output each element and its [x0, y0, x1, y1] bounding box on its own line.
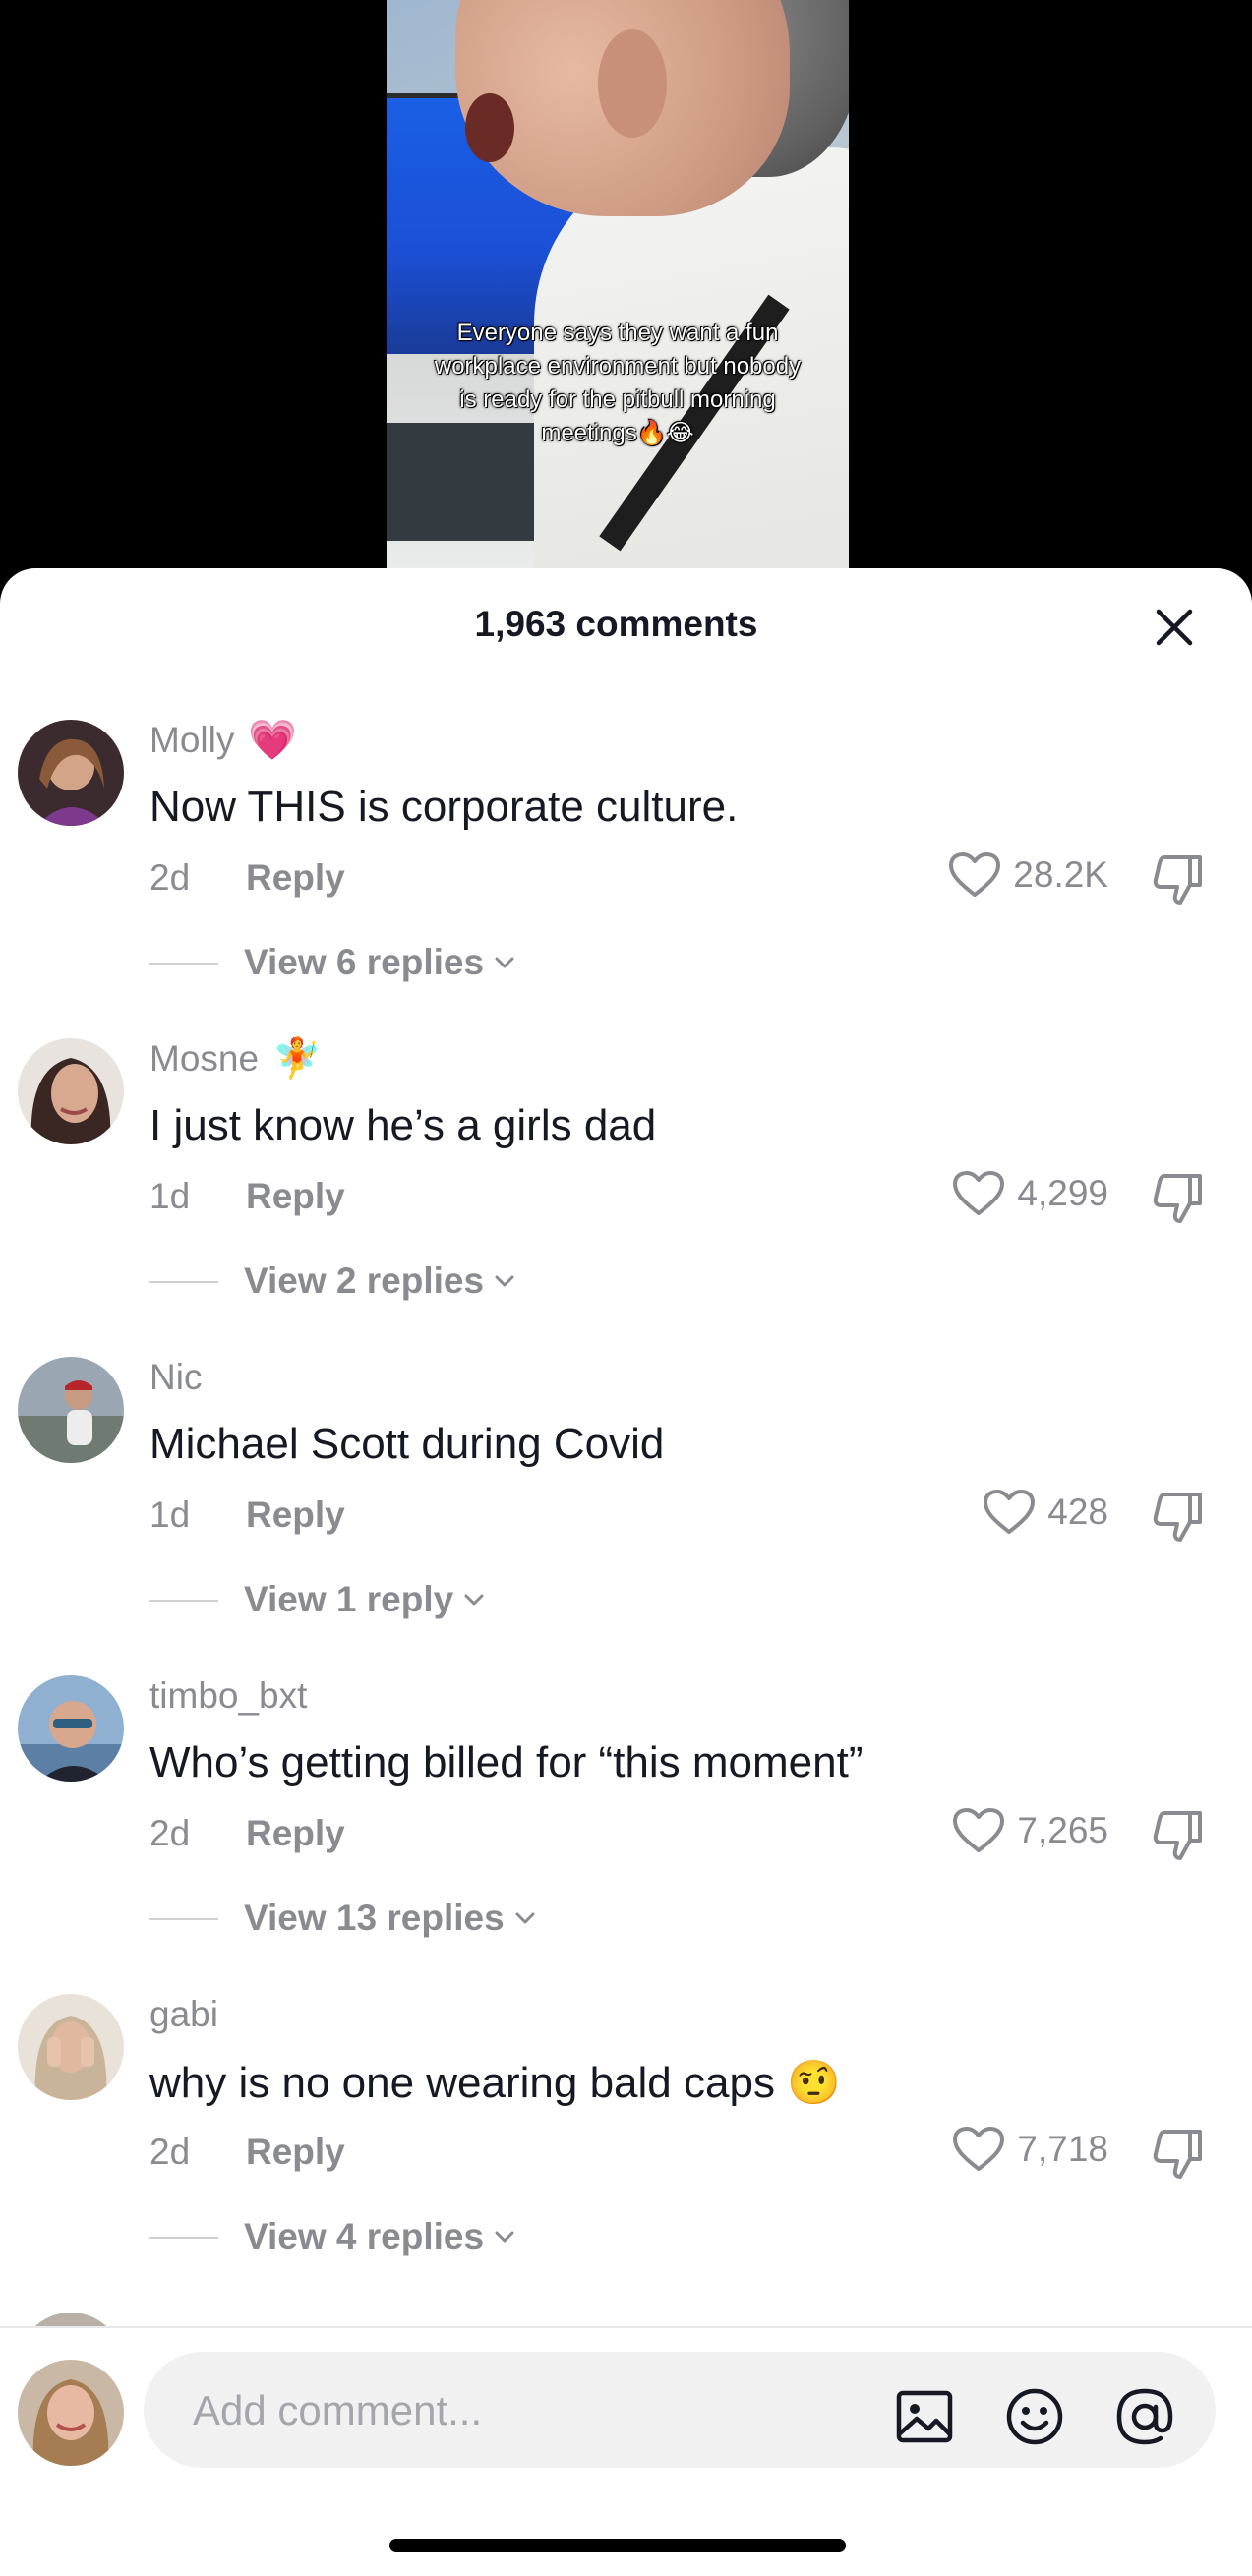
reply-button[interactable]: Reply [246, 1494, 345, 1536]
like-button[interactable]: 7,265 [952, 1807, 1108, 1854]
divider [149, 1281, 218, 1283]
view-replies-button[interactable]: View 1 reply [244, 1579, 487, 1620]
comment-input-bar: Add comment... [0, 2326, 1252, 2576]
like-count: 428 [1047, 1492, 1108, 1532]
like-count: 28.2K [1013, 854, 1108, 895]
view-replies-button[interactable]: View 2 replies [244, 1260, 517, 1302]
comment-age: 1d [149, 1494, 191, 1535]
username-text: Nic [149, 1357, 203, 1397]
heart-icon [953, 1171, 1005, 1215]
view-replies-label: View 4 replies [244, 2216, 485, 2256]
video-player[interactable]: Everyone says they want a fun workplace … [0, 0, 1252, 590]
view-replies-label: View 13 replies [244, 1898, 505, 1938]
comment-item: Nic Michael Scott during Covid 1d Reply … [0, 1357, 1252, 1675]
like-button[interactable]: 428 [983, 1489, 1108, 1536]
comment-text: I just know he’s a girls dad [149, 1101, 657, 1149]
avatar[interactable] [18, 720, 124, 826]
chevron-down-icon [495, 2231, 514, 2243]
comment-age: 1d [149, 1176, 191, 1216]
chevron-down-icon [495, 957, 514, 968]
video-frame[interactable] [387, 0, 849, 590]
like-count: 4,299 [1017, 1173, 1108, 1213]
comments-header: 1,963 comments [0, 568, 1252, 686]
video-person-mouth [465, 93, 514, 162]
username-text: Molly [149, 720, 235, 760]
comment-input[interactable]: Add comment... [144, 2352, 1216, 2468]
close-icon[interactable] [1151, 604, 1198, 651]
divider [149, 1918, 218, 1920]
video-caption: Everyone says they want a fun workplace … [434, 320, 802, 446]
emoji-icon[interactable] [1003, 2385, 1066, 2448]
avatar[interactable] [18, 1038, 124, 1144]
comment-username[interactable]: Mosne 🧚 [149, 1038, 322, 1080]
dislike-icon[interactable] [1151, 2126, 1206, 2181]
heart-badge-icon: 💗 [248, 719, 298, 762]
comment-username[interactable]: timbo_bxt [149, 1675, 307, 1717]
reply-button[interactable]: Reply [246, 2132, 345, 2173]
comment-text: Now THIS is corporate culture. [149, 783, 739, 831]
heart-icon [984, 1490, 1036, 1534]
comment-username[interactable]: Molly 💗 [149, 720, 297, 761]
home-indicator[interactable] [389, 2539, 846, 2552]
comments-count: 1,963 comments [474, 604, 758, 644]
comment-item: Molly 💗 Now THIS is corporate culture. 2… [0, 720, 1252, 1038]
chevron-down-icon [515, 1912, 535, 1924]
view-replies-label: View 1 reply [244, 1579, 454, 1619]
comment-item: timbo_bxt Who’s getting billed for “this… [0, 1675, 1252, 1994]
reply-button[interactable]: Reply [246, 857, 345, 899]
divider [149, 2237, 218, 2239]
view-replies-button[interactable]: View 4 replies [244, 2216, 517, 2257]
comment-text: Who’s getting billed for “this moment” [149, 1738, 864, 1786]
like-button[interactable]: 7,718 [952, 2126, 1108, 2173]
view-replies-button[interactable]: View 13 replies [244, 1898, 538, 1939]
comment-text: why is no one wearing bald caps 🤨 [149, 2059, 841, 2107]
comment-item: Mosne 🧚 I just know he’s a girls dad 1d … [0, 1038, 1252, 1357]
like-button[interactable]: 28.2K [948, 851, 1108, 899]
username-text: Mosne [149, 1038, 260, 1079]
dislike-icon[interactable] [1151, 1170, 1206, 1225]
comment-age: 2d [149, 857, 191, 898]
comment-input-placeholder: Add comment... [193, 2387, 483, 2433]
mention-icon[interactable] [1113, 2385, 1176, 2448]
username-text: gabi [149, 1994, 218, 2034]
comment-username[interactable]: Nic [149, 1357, 202, 1398]
comment-age: 2d [149, 1813, 191, 1853]
divider [149, 1600, 218, 1602]
dislike-icon[interactable] [1151, 851, 1206, 907]
video-person-ear [598, 29, 667, 138]
comment-username[interactable]: gabi [149, 1994, 218, 2035]
heart-icon [953, 2127, 1005, 2171]
heart-icon [953, 1808, 1005, 1852]
fairy-badge-icon: 🧚 [272, 1037, 322, 1081]
dislike-icon[interactable] [1151, 1807, 1206, 1862]
view-replies-label: View 2 replies [244, 1260, 485, 1301]
avatar[interactable] [18, 1994, 124, 2100]
like-button[interactable]: 4,299 [952, 1170, 1108, 1217]
view-replies-button[interactable]: View 6 replies [244, 942, 517, 983]
comment-text: Michael Scott during Covid [149, 1420, 665, 1468]
view-replies-label: View 6 replies [244, 942, 485, 982]
heart-icon [949, 852, 1001, 897]
username-text: timbo_bxt [149, 1675, 308, 1716]
like-count: 7,265 [1017, 1810, 1108, 1850]
comment-item: gabi why is no one wearing bald caps 🤨 2… [0, 1994, 1252, 2313]
avatar[interactable] [18, 1675, 124, 1782]
avatar[interactable] [18, 1357, 124, 1463]
chevron-down-icon [464, 1594, 484, 1606]
comment-age: 2d [149, 2132, 191, 2172]
image-icon[interactable] [893, 2385, 956, 2448]
dislike-icon[interactable] [1151, 1489, 1206, 1544]
divider [149, 963, 218, 965]
like-count: 7,718 [1017, 2129, 1108, 2169]
reply-button[interactable]: Reply [246, 1813, 345, 1854]
current-user-avatar[interactable] [18, 2360, 124, 2466]
chevron-down-icon [495, 1275, 514, 1287]
reply-button[interactable]: Reply [246, 1176, 345, 1217]
comments-sheet: 1,963 comments Molly 💗 Now THIS is corpo… [0, 568, 1252, 2576]
